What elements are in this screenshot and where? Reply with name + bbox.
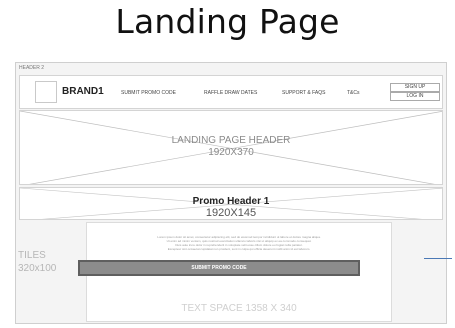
promo-header-placeholder: Promo Header 1 1920X145 <box>19 187 443 220</box>
promo-header-title: Promo Header 1 <box>192 196 270 207</box>
tiles-label: TILES 320x100 <box>18 249 56 275</box>
tiles-title: TILES <box>18 250 46 261</box>
nav-item-tcs[interactable]: T&Cs <box>347 90 360 96</box>
hero-size: 1920X370 <box>208 147 254 158</box>
submit-promo-code-button[interactable]: SUBMIT PROMO CODE <box>78 260 360 276</box>
text-space-label: TEXT SPACE 1358 X 340 <box>181 303 297 314</box>
logo-placeholder[interactable] <box>35 81 57 103</box>
hero-placeholder: LANDING PAGE HEADER 1920X370 <box>19 110 443 185</box>
hero-title: LANDING PAGE HEADER <box>171 135 291 146</box>
top-navbar: BRAND1 SUBMIT PROMO CODE RAFFLE DRAW DAT… <box>19 75 443 109</box>
login-button[interactable]: LOG IN <box>390 92 440 101</box>
nav-item-raffle-draw-dates[interactable]: RAFFLE DRAW DATES <box>204 90 257 96</box>
page-title: Landing Page <box>115 2 340 41</box>
nav-item-submit-promo-code[interactable]: SUBMIT PROMO CODE <box>121 90 176 96</box>
signup-button[interactable]: SIGN UP <box>390 83 440 92</box>
promo-header-size: 1920X145 <box>205 207 257 219</box>
filler-line-4: Excepteur sint occaecat cupidatat non pr… <box>167 247 311 251</box>
brand-name[interactable]: BRAND1 <box>62 86 104 97</box>
right-tile-indicator <box>424 258 452 259</box>
tiles-size: 320x100 <box>18 263 57 274</box>
nav-item-support-faqs[interactable]: SUPPORT & FAQS <box>282 90 325 96</box>
frame-label: HEADER 2 <box>19 65 45 71</box>
wireframe-canvas: HEADER 2 BRAND1 SUBMIT PROMO CODE RAFFLE… <box>15 62 447 324</box>
